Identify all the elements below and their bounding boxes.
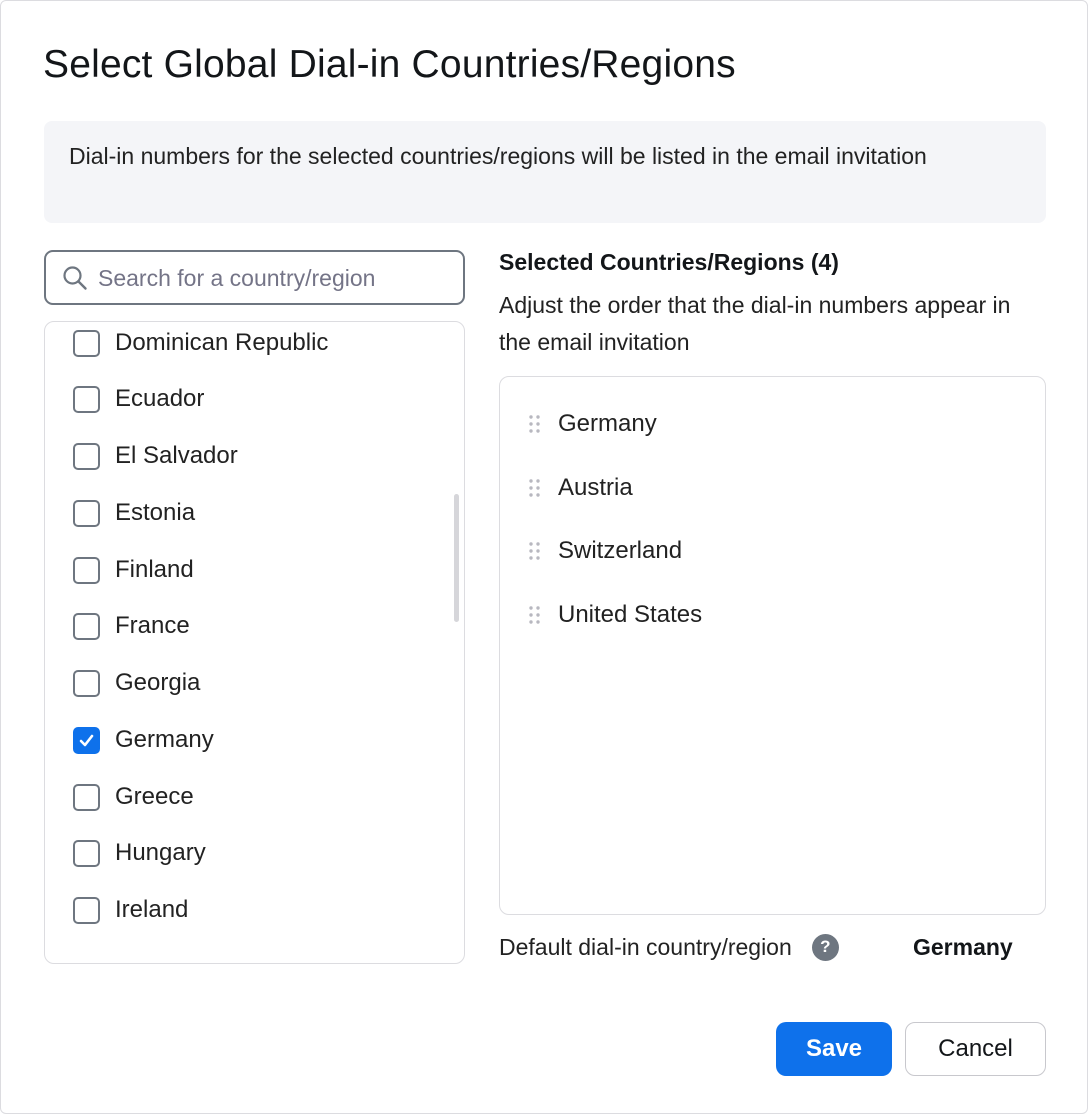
country-item-germany[interactable]: Germany	[73, 720, 214, 760]
checkbox[interactable]	[73, 556, 100, 584]
country-item-greece[interactable]: Greece	[73, 777, 194, 817]
selected-item-austria[interactable]: Austria	[528, 470, 633, 506]
help-icon[interactable]: ?	[811, 933, 839, 961]
country-label: Greece	[115, 783, 194, 810]
selected-item-label: United States	[558, 601, 703, 628]
default-country-label: Default dial-in country/region	[499, 933, 792, 960]
drag-handle-icon[interactable]	[528, 478, 542, 498]
checkbox[interactable]	[73, 896, 100, 924]
checkbox[interactable]	[73, 783, 100, 811]
selected-item-label: Germany	[558, 410, 657, 437]
search-box[interactable]	[44, 250, 465, 305]
country-item-france[interactable]: France	[73, 606, 190, 646]
checkbox[interactable]	[73, 839, 100, 867]
country-label: Germany	[115, 726, 214, 753]
country-item-finland[interactable]: Finland	[73, 550, 194, 590]
country-item-dominican-republic[interactable]: Dominican Republic	[73, 323, 328, 363]
checkmark-icon	[79, 734, 94, 746]
checkbox[interactable]	[73, 385, 100, 413]
checkbox-checked[interactable]	[73, 726, 100, 754]
search-icon	[63, 266, 87, 290]
selected-item-germany[interactable]: Germany	[528, 406, 657, 442]
checkbox[interactable]	[73, 612, 100, 640]
default-country-select[interactable]: Germany	[913, 929, 1013, 965]
checkbox[interactable]	[73, 499, 100, 527]
selected-description: Adjust the order that the dial-in number…	[499, 292, 1011, 355]
checkbox[interactable]	[73, 329, 100, 357]
country-label: Georgia	[115, 669, 201, 696]
country-label: Ecuador	[115, 385, 205, 412]
country-item-estonia[interactable]: Estonia	[73, 493, 195, 533]
country-label: Ireland	[115, 896, 189, 923]
selected-item-label: Switzerland	[558, 537, 683, 564]
country-label: Estonia	[115, 499, 196, 526]
selected-item-label: Austria	[558, 474, 633, 501]
country-list[interactable]: Dominican Republic Ecuador El Salvador E…	[44, 321, 465, 964]
selected-item-united-states[interactable]: United States	[528, 597, 702, 633]
country-label: France	[115, 612, 190, 639]
info-text: Dial-in numbers for the selected countri…	[69, 143, 927, 169]
country-item-el-salvador[interactable]: El Salvador	[73, 436, 238, 476]
country-item-hungary[interactable]: Hungary	[73, 833, 206, 873]
save-button[interactable]: Save	[776, 1022, 892, 1076]
scrollbar-thumb[interactable]	[454, 494, 459, 622]
drag-handle-icon[interactable]	[528, 605, 542, 625]
country-label: El Salvador	[115, 442, 238, 469]
checkbox[interactable]	[73, 669, 100, 697]
country-label: Dominican Republic	[115, 329, 329, 356]
selected-item-switzerland[interactable]: Switzerland	[528, 533, 682, 569]
dialog: Select Global Dial-in Countries/Regions …	[0, 0, 1088, 1114]
country-item-georgia[interactable]: Georgia	[73, 663, 200, 703]
drag-handle-icon[interactable]	[528, 414, 542, 434]
default-country-row: Default dial-in country/region ?	[499, 929, 839, 965]
cancel-button[interactable]: Cancel	[905, 1022, 1046, 1076]
country-item-ecuador[interactable]: Ecuador	[73, 379, 204, 419]
dialog-title: Select Global Dial-in Countries/Regions	[43, 43, 736, 86]
search-input[interactable]	[98, 260, 453, 296]
selected-list: Germany Austria Switzerland United State…	[499, 376, 1046, 915]
selected-heading: Selected Countries/Regions (4)	[499, 249, 839, 275]
country-item-ireland[interactable]: Ireland	[73, 890, 188, 930]
country-label: Hungary	[115, 839, 206, 866]
info-banner: Dial-in numbers for the selected countri…	[44, 121, 1046, 223]
country-label: Finland	[115, 556, 194, 583]
checkbox[interactable]	[73, 442, 100, 470]
drag-handle-icon[interactable]	[528, 541, 542, 561]
